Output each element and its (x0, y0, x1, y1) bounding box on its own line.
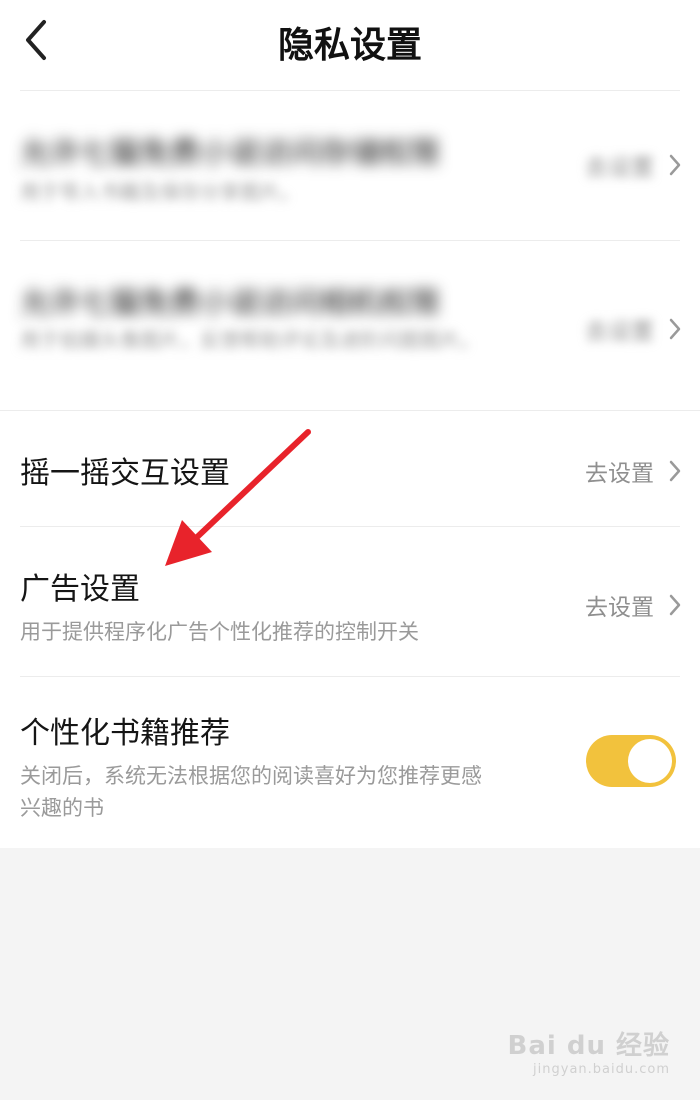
camera-permission-desc: 用于拍摄头像图片，反馈帮助评论及进阶问题图片。 (20, 328, 480, 352)
storage-permission-title: 允许七猫免费小说访问存储权限 (20, 136, 440, 171)
storage-permission-row[interactable]: 允许七猫免费小说访问存储权限 用于导入书籍及保存分享图片。 去设置 (0, 88, 700, 240)
ad-settings-desc: 用于提供程序化广告个性化推荐的控制开关 (20, 620, 419, 644)
chevron-right-icon (669, 154, 681, 176)
page-title: 隐私设置 (277, 25, 422, 66)
shake-interaction-row[interactable]: 摇一摇交互设置 去设置 (0, 410, 700, 526)
storage-permission-desc: 用于导入书籍及保存分享图片。 (20, 180, 300, 204)
ad-settings-title: 广告设置 (20, 572, 140, 607)
chevron-right-icon (669, 318, 681, 340)
ad-settings-row[interactable]: 广告设置 用于提供程序化广告个性化推荐的控制开关 去设置 (0, 526, 700, 676)
action-label: 去设置 (585, 461, 654, 487)
personalized-books-toggle[interactable] (586, 735, 676, 787)
personalized-books-desc-line1: 关闭后，系统无法根据您的阅读喜好为您推荐更感 (20, 764, 482, 788)
watermark: Bai du 经验 jingyan.baidu.com (508, 1025, 671, 1077)
watermark-sub: jingyan.baidu.com (533, 1062, 670, 1077)
action-label: 去设置 (585, 155, 654, 181)
toggle-knob (628, 739, 672, 783)
ad-settings-action[interactable]: 去设置 (585, 588, 682, 622)
camera-permission-row[interactable]: 允许七猫免费小说访问相机权限 用于拍摄头像图片，反馈帮助评论及进阶问题图片。 去… (0, 240, 700, 410)
chevron-right-icon (669, 460, 681, 482)
action-label: 去设置 (585, 595, 654, 621)
personalized-books-desc-line2: 兴趣的书 (20, 796, 104, 820)
shake-interaction-title: 摇一摇交互设置 (20, 456, 230, 491)
camera-permission-action[interactable]: 去设置 (585, 312, 682, 346)
chevron-right-icon (669, 594, 681, 616)
camera-permission-title: 允许七猫免费小说访问相机权限 (20, 286, 440, 321)
shake-interaction-action[interactable]: 去设置 (585, 454, 682, 488)
watermark-main: Bai du 经验 (507, 1031, 670, 1061)
storage-permission-action[interactable]: 去设置 (585, 148, 682, 182)
settings-list: 允许七猫免费小说访问存储权限 用于导入书籍及保存分享图片。 去设置 允许七猫免费… (0, 88, 700, 848)
header-bar: 隐私设置 (0, 0, 700, 88)
action-label: 去设置 (585, 319, 654, 345)
personalized-books-title: 个性化书籍推荐 (20, 716, 230, 751)
